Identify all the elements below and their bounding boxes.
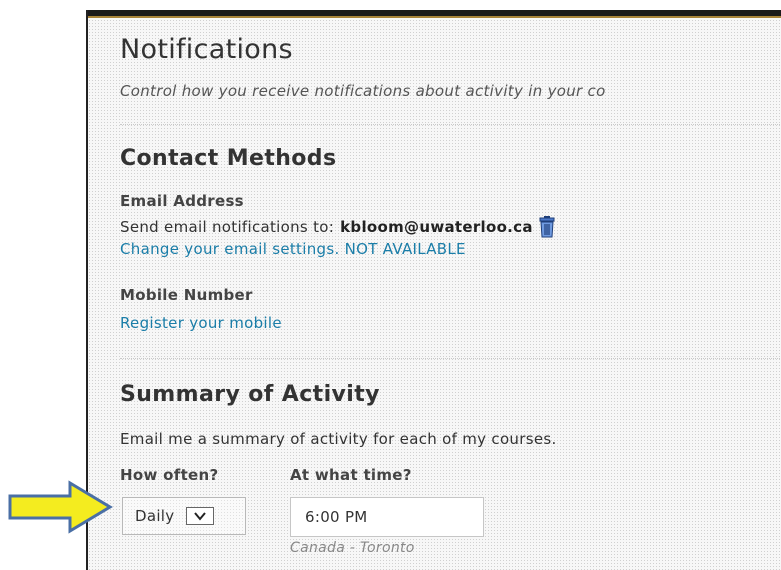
divider	[120, 124, 781, 125]
frequency-select[interactable]: Daily	[122, 497, 246, 535]
email-address-label: Email Address	[120, 192, 244, 210]
contact-methods-heading: Contact Methods	[120, 146, 337, 171]
arrow-right-icon	[8, 480, 113, 534]
chevron-down-icon[interactable]	[186, 507, 215, 525]
summary-description: Email me a summary of activity for each …	[120, 430, 557, 448]
trash-icon[interactable]	[537, 216, 557, 238]
time-value: 6:00 PM	[305, 508, 368, 526]
change-email-settings-link[interactable]: Change your email settings. NOT AVAILABL…	[120, 240, 466, 258]
email-send-prefix: Send email notifications to:	[120, 218, 335, 236]
email-address-value: kbloom@uwaterloo.ca	[340, 218, 533, 236]
summary-of-activity-heading: Summary of Activity	[120, 382, 380, 407]
email-line: Send email notifications to: kbloom@uwat…	[120, 216, 557, 238]
top-bar	[88, 10, 781, 18]
register-mobile-link[interactable]: Register your mobile	[120, 314, 282, 332]
page-title: Notifications	[120, 34, 293, 65]
time-label: At what time?	[290, 466, 412, 484]
notifications-panel: Notifications Control how you receive no…	[86, 10, 781, 570]
page-description: Control how you receive notifications ab…	[120, 82, 606, 100]
timezone-label: Canada - Toronto	[290, 540, 415, 556]
frequency-value: Daily	[135, 507, 175, 525]
time-input[interactable]: 6:00 PM	[290, 497, 484, 537]
mobile-number-label: Mobile Number	[120, 286, 253, 304]
how-often-label: How often?	[120, 466, 219, 484]
divider	[120, 358, 781, 359]
screenshot: Notifications Control how you receive no…	[0, 0, 781, 570]
